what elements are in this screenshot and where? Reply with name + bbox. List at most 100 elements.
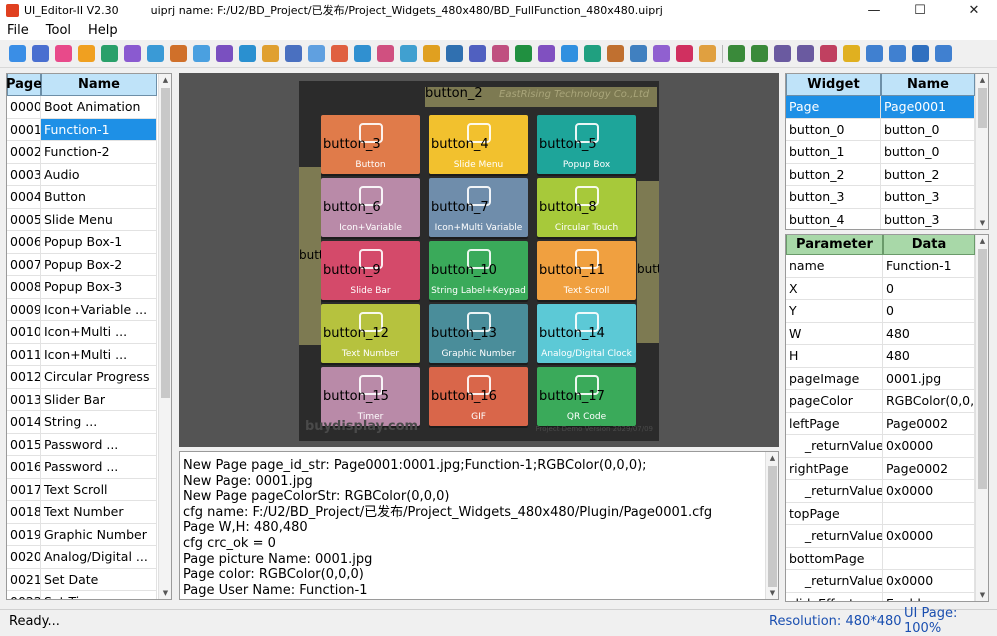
open-project-icon[interactable]	[32, 45, 49, 62]
page-row[interactable]: 0020 Analog/Digital ...	[7, 546, 171, 569]
page-row[interactable]: 0005 Slide Menu	[7, 208, 171, 231]
page-row[interactable]: 0014 String ...	[7, 411, 171, 434]
distribute-icon[interactable]	[866, 45, 883, 62]
save-icon[interactable]	[55, 45, 72, 62]
gear-icon[interactable]	[653, 45, 670, 62]
widget-row[interactable]: button_4 button_3	[786, 208, 988, 229]
page-row[interactable]: 0001 Function-1	[7, 118, 171, 141]
page-preview[interactable]: button_2 EastRising Technology Co.,Ltd b…	[299, 81, 659, 441]
scroll-down-icon[interactable]: ▼	[766, 587, 778, 599]
circle-icon[interactable]	[584, 45, 601, 62]
bars-icon[interactable]	[515, 45, 532, 62]
param-row[interactable]: X0	[786, 277, 988, 300]
page-row[interactable]: 0011 Icon+Multi ...	[7, 343, 171, 366]
param-value[interactable]: 0	[883, 277, 975, 300]
tile-button_16[interactable]: GIF button_16	[429, 367, 528, 426]
param-row[interactable]: topPage	[786, 502, 988, 525]
ble-icon[interactable]	[561, 45, 578, 62]
page-row[interactable]: 0012 Circular Progress	[7, 366, 171, 389]
keypad-icon[interactable]	[423, 45, 440, 62]
column-data[interactable]: Data	[883, 235, 975, 255]
param-value[interactable]: 480	[883, 345, 975, 368]
resize-icon[interactable]	[889, 45, 906, 62]
scroll-thumb[interactable]	[768, 466, 777, 587]
scroll-up-icon[interactable]: ▲	[976, 74, 988, 86]
page-row[interactable]: 0003 Audio	[7, 163, 171, 186]
param-value[interactable]: 0x0000	[883, 525, 975, 548]
page-row[interactable]: 0015 Password ...	[7, 433, 171, 456]
param-row[interactable]: pageImage 0001.jpg	[786, 367, 988, 390]
page-row[interactable]: 0000 Boot Animation	[7, 96, 171, 119]
align-top-icon[interactable]	[751, 45, 768, 62]
scroll-down-icon[interactable]: ▼	[976, 217, 988, 229]
menu-tool[interactable]: Tool	[46, 23, 71, 38]
tile-button_8[interactable]: Circular Touch button_8	[537, 178, 636, 237]
param-row[interactable]: H 480	[786, 345, 988, 368]
tile-button_6[interactable]: Icon+Variable button_6	[321, 178, 420, 237]
tile-button_13[interactable]: Graphic Number button_13	[429, 304, 528, 363]
page-row[interactable]: 0013 Slider Bar	[7, 388, 171, 411]
close-button[interactable]: ✕	[951, 0, 997, 20]
palette-icon[interactable]	[124, 45, 141, 62]
column-widget[interactable]: Widget	[786, 74, 881, 96]
param-value[interactable]: Enable	[883, 592, 975, 601]
text-bottom-icon[interactable]	[820, 45, 837, 62]
wav-icon[interactable]	[492, 45, 509, 62]
param-row[interactable]: _returnValue 0x0000	[786, 570, 988, 593]
page-row[interactable]: 0008 Popup Box-3	[7, 276, 171, 299]
menu-help[interactable]: Help	[88, 23, 118, 38]
page-row[interactable]: 0002 Function-2	[7, 141, 171, 164]
rgb-icon[interactable]	[239, 45, 256, 62]
param-value[interactable]: 0x0000	[883, 570, 975, 593]
column-parameter[interactable]: Parameter	[786, 235, 883, 255]
page-row[interactable]: 0017 Text Scroll	[7, 478, 171, 501]
fonts-icon[interactable]	[170, 45, 187, 62]
param-row[interactable]: pageColorRGBColor(0,0,...	[786, 390, 988, 413]
param-row[interactable]: _returnValue 0x0000	[786, 435, 988, 458]
gif-icon[interactable]	[446, 45, 463, 62]
pages-icon[interactable]	[78, 45, 95, 62]
page-row[interactable]: 0004 Button	[7, 186, 171, 209]
param-value[interactable]: 0001.jpg	[883, 367, 975, 390]
param-row[interactable]: _returnValue 0x0000	[786, 480, 988, 503]
tile-button_4[interactable]: Slide Menu button_4	[429, 115, 528, 174]
scroll-down-icon[interactable]: ▼	[976, 589, 988, 601]
fit-icon[interactable]	[935, 45, 952, 62]
param-value[interactable]: Page0002	[883, 457, 975, 480]
widget-row[interactable]: button_3 button_3	[786, 186, 988, 209]
data-icon[interactable]	[262, 45, 279, 62]
layer-icon[interactable]	[377, 45, 394, 62]
pie-icon[interactable]	[538, 45, 555, 62]
font-en-icon[interactable]	[193, 45, 210, 62]
tile-button_3[interactable]: Button button_3	[321, 115, 420, 174]
page-row[interactable]: 0022Set Time	[7, 591, 171, 599]
page-row[interactable]: 0018 Text Number	[7, 501, 171, 524]
param-row[interactable]: bottomPage	[786, 547, 988, 570]
qr-icon[interactable]	[469, 45, 486, 62]
pages-scrollbar[interactable]: ▲ ▼	[158, 74, 171, 599]
slider-icon[interactable]	[308, 45, 325, 62]
scroll-up-icon[interactable]: ▲	[976, 235, 988, 247]
mic-icon[interactable]	[630, 45, 647, 62]
widget-row[interactable]: button_2 button_2	[786, 163, 988, 186]
tile-button_9[interactable]: Slide Bar button_9	[321, 241, 420, 300]
tile-button_5[interactable]: Popup Box button_5	[537, 115, 636, 174]
param-row[interactable]: leftPage Page0002	[786, 412, 988, 435]
param-value[interactable]: Page0002	[883, 412, 975, 435]
scroll-down-icon[interactable]: ▼	[159, 587, 171, 599]
maximize-button[interactable]: ☐	[897, 0, 943, 20]
column-name[interactable]: Name	[41, 74, 157, 96]
page-row[interactable]: 0009 Icon+Variable ...	[7, 298, 171, 321]
column-widget-name[interactable]: Name	[881, 74, 975, 96]
param-row[interactable]: name Function-1	[786, 255, 988, 278]
param-value[interactable]: RGBColor(0,0,...	[883, 390, 975, 413]
param-row[interactable]: Y0	[786, 300, 988, 323]
images-icon[interactable]	[147, 45, 164, 62]
crop-icon[interactable]	[843, 45, 860, 62]
rotate-icon[interactable]	[607, 45, 624, 62]
param-value[interactable]	[883, 547, 975, 570]
tile-button_15[interactable]: Timer button_15	[321, 367, 420, 426]
column-page[interactable]: Page	[7, 74, 42, 96]
param-value[interactable]: 0	[883, 300, 975, 323]
record-icon[interactable]	[699, 45, 716, 62]
